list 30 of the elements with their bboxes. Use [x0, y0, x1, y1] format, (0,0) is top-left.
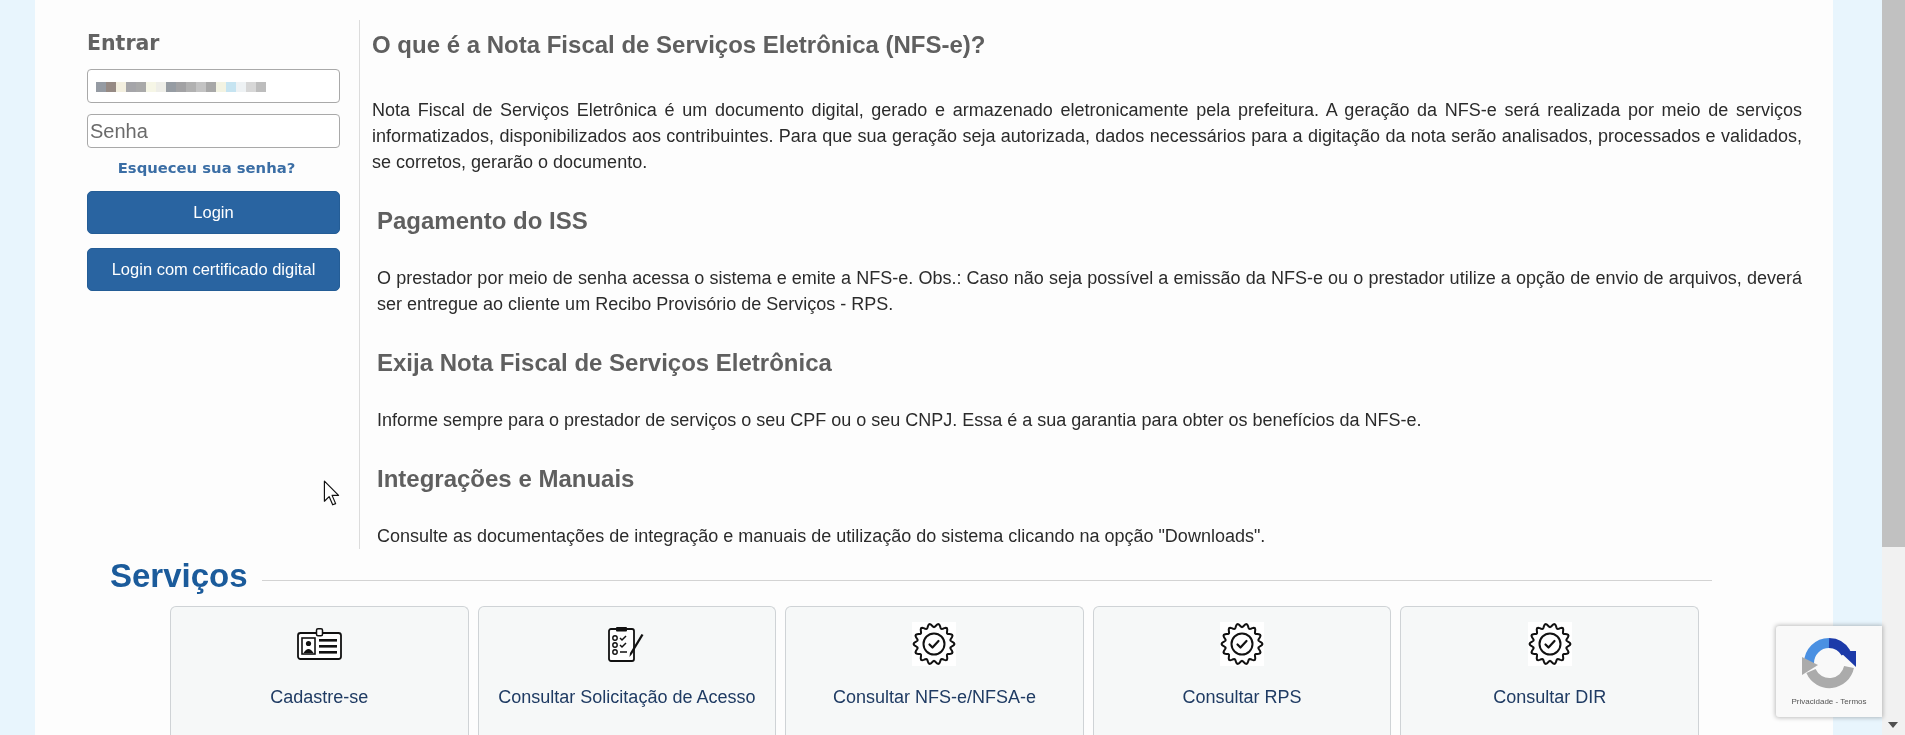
- circular-arrows-icon: [1801, 635, 1857, 691]
- service-card[interactable]: Consultar DIR: [1400, 606, 1699, 735]
- paragraph: Consulte as documentações de integração e manuais de utilização do sistema clicando na opção "Downloads".: [377, 525, 1267, 548]
- paragraph: Informe sempre para o prestador de serviços o seu CPF ou o seu CNPJ. Essa é a sua garantia para obter os benefícios da NFS-e.: [377, 409, 1423, 432]
- mouse-pointer-icon: [323, 480, 340, 506]
- service-card[interactable]: Consultar NFS-e/NFSA-e: [785, 606, 1084, 735]
- clipboard-checklist-icon: [608, 626, 646, 662]
- article-heading: O que é a Nota Fiscal de Serviços Eletrônica (NFS-e)?: [372, 31, 987, 59]
- section-heading: Exija Nota Fiscal de Serviços Eletrônica: [377, 349, 833, 377]
- seal-check-icon: [1527, 622, 1572, 666]
- paragraph: Nota Fiscal de Serviços Eletrônica é um documento digital, gerado e armazenado eletronicamente pela prefeitura. A geração da NFS-e será realizada por meio de serviços informatizados, disponibilizados aos contribuintes. Para que sua geração seja autorizada, dados necessários para a digitação da nota serão analisados, processados e validados, se corretos, gerarão o documento.: [372, 99, 1802, 174]
- id-card-icon: [296, 628, 342, 660]
- service-card[interactable]: Consultar RPS: [1092, 606, 1392, 735]
- forgot-password-link[interactable]: Esqueceu sua senha?: [117, 159, 296, 176]
- login-button[interactable]: Login com certificado digital: [87, 248, 340, 291]
- username-field[interactable]: [87, 69, 340, 103]
- section-heading: Integrações e Manuais: [377, 465, 636, 493]
- section-heading: Pagamento do ISS: [377, 207, 589, 235]
- password-field[interactable]: Senha: [87, 114, 340, 148]
- seal-check-icon: [1220, 622, 1265, 666]
- login-button[interactable]: Login: [87, 191, 340, 234]
- service-card[interactable]: Consultar Solicitação de Acesso: [477, 606, 777, 735]
- scrollbar-thumb[interactable]: [1882, 0, 1905, 547]
- privacy-terms-links[interactable]: Privacidade - Termos: [1791, 697, 1867, 707]
- scroll-down-arrow-icon[interactable]: [1888, 722, 1898, 728]
- services-heading: Serviços: [110, 557, 248, 594]
- seal-check-icon: [912, 622, 957, 666]
- service-card[interactable]: Cadastre-se: [170, 606, 469, 735]
- paragraph: O prestador por meio de senha acessa o sistema e emite a NFS-e. Obs.: Caso não seja possível a emissão da NFS-e ou o prestador utilize a opção de envio de arquivos, deverá ser entregue ao cliente um Recibo Provisório de Serviços - RPS.: [377, 267, 1802, 316]
- login-heading: Entrar: [87, 31, 161, 55]
